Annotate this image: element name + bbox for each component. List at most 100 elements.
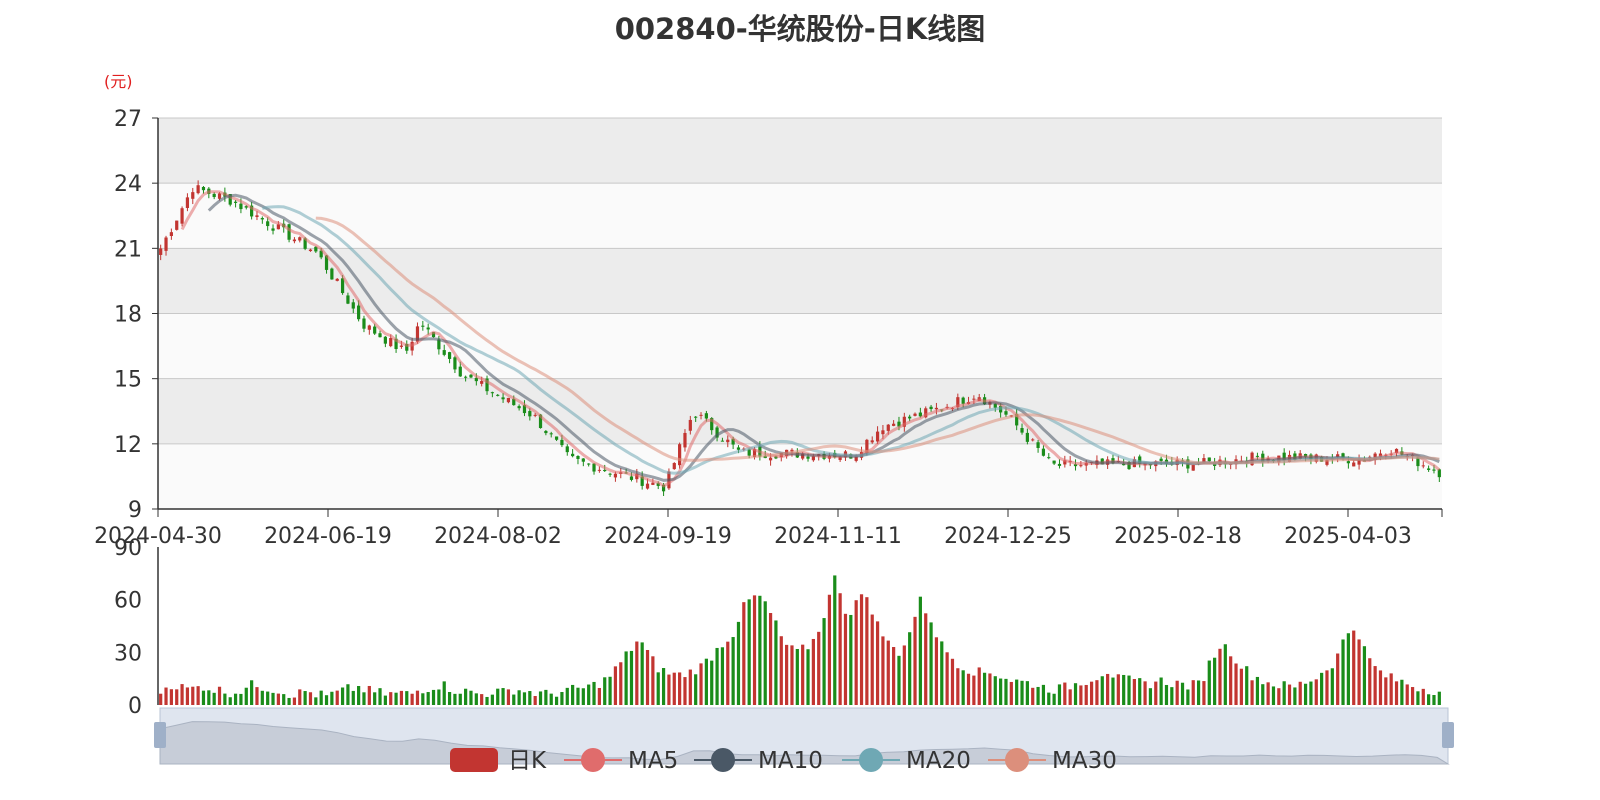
candle[interactable]	[678, 442, 682, 469]
volume-bar[interactable]	[934, 637, 939, 705]
volume-bar[interactable]	[699, 663, 703, 705]
volume-bar[interactable]	[496, 688, 500, 705]
volume-bar[interactable]	[587, 684, 591, 705]
volume-bar[interactable]	[228, 697, 232, 705]
volume-bar[interactable]	[886, 640, 890, 705]
volume-bar[interactable]	[367, 685, 371, 705]
candle[interactable]	[330, 267, 334, 280]
volume-bar[interactable]	[1116, 674, 1120, 705]
volume-bar[interactable]	[1036, 686, 1040, 705]
volume-bar[interactable]	[201, 690, 206, 705]
volume-bar[interactable]	[1400, 679, 1404, 705]
volume-bar[interactable]	[678, 672, 682, 705]
volume-bar[interactable]	[581, 688, 585, 705]
volume-bar[interactable]	[1352, 630, 1356, 705]
volume-bar[interactable]	[1416, 691, 1420, 705]
volume-bar[interactable]	[1052, 693, 1056, 705]
volume-bar[interactable]	[811, 638, 815, 705]
volume-bar[interactable]	[340, 687, 345, 705]
volume-bar[interactable]	[1009, 681, 1013, 705]
volume-bar[interactable]	[1410, 687, 1415, 705]
volume-bar[interactable]	[159, 693, 163, 705]
volume-bar[interactable]	[447, 692, 452, 705]
volume-bar[interactable]	[1394, 681, 1399, 705]
volume-bar[interactable]	[191, 686, 195, 705]
volume-bar[interactable]	[1368, 658, 1372, 705]
volume-bar[interactable]	[287, 697, 291, 705]
volume-bar[interactable]	[169, 689, 173, 705]
volume-bar[interactable]	[1202, 681, 1206, 705]
volume-bar[interactable]	[624, 651, 628, 705]
volume-bar[interactable]	[704, 658, 708, 705]
volume-bar[interactable]	[763, 601, 767, 705]
volume-bar[interactable]	[383, 695, 387, 705]
volume-bar[interactable]	[1362, 646, 1367, 705]
slider-left-handle[interactable]	[154, 722, 166, 748]
volume-bar[interactable]	[1309, 681, 1313, 705]
volume-bar[interactable]	[870, 614, 874, 705]
volume-bar[interactable]	[554, 696, 559, 705]
volume-bar[interactable]	[736, 621, 741, 705]
volume-bar[interactable]	[1015, 679, 1019, 705]
volume-bar[interactable]	[849, 614, 853, 705]
candle[interactable]	[180, 206, 184, 227]
volume-bar[interactable]	[988, 673, 992, 705]
volume-bar[interactable]	[576, 687, 580, 705]
volume-bar[interactable]	[881, 636, 885, 705]
volume-bar[interactable]	[431, 689, 436, 705]
volume-bar[interactable]	[1314, 679, 1318, 705]
volume-bar[interactable]	[1336, 653, 1340, 705]
volume-bar[interactable]	[635, 641, 639, 705]
volume-bar[interactable]	[629, 650, 634, 705]
volume-bar[interactable]	[608, 676, 612, 705]
volume-bar[interactable]	[613, 666, 618, 705]
volume-bar[interactable]	[966, 673, 971, 705]
volume-bar[interactable]	[1020, 680, 1024, 705]
volume-bar[interactable]	[1277, 688, 1281, 705]
volume-bar[interactable]	[571, 684, 575, 705]
volume-bar[interactable]	[250, 680, 254, 705]
volume-bar[interactable]	[1384, 677, 1388, 705]
volume-bar[interactable]	[688, 669, 692, 705]
volume-bar[interactable]	[185, 687, 190, 705]
volume-bar[interactable]	[1111, 677, 1115, 705]
volume-bar[interactable]	[924, 613, 928, 705]
volume-bar[interactable]	[758, 595, 762, 705]
volume-bar[interactable]	[1213, 657, 1217, 705]
volume-bar[interactable]	[720, 647, 725, 705]
volume-bar[interactable]	[373, 692, 377, 705]
volume-bar[interactable]	[1057, 684, 1062, 705]
volume-bar[interactable]	[528, 691, 532, 705]
volume-bar[interactable]	[346, 684, 350, 705]
volume-bar[interactable]	[817, 631, 821, 705]
volume-bar[interactable]	[768, 613, 773, 705]
volume-bar[interactable]	[592, 681, 596, 705]
volume-bar[interactable]	[1159, 677, 1163, 705]
volume-bar[interactable]	[619, 662, 623, 705]
volume-bar[interactable]	[1239, 668, 1243, 705]
volume-bar[interactable]	[1266, 682, 1270, 705]
volume-bar[interactable]	[1437, 691, 1441, 705]
volume-bar[interactable]	[908, 632, 912, 705]
volume-bar[interactable]	[897, 655, 901, 705]
volume-bar[interactable]	[827, 594, 832, 705]
volume-bar[interactable]	[1427, 694, 1431, 705]
volume-bar[interactable]	[330, 691, 334, 705]
volume-bar[interactable]	[405, 691, 409, 705]
volume-bar[interactable]	[421, 693, 425, 705]
volume-bar[interactable]	[501, 688, 505, 705]
volume-bar[interactable]	[292, 697, 297, 705]
volume-bar[interactable]	[1255, 676, 1260, 705]
volume-bar[interactable]	[1421, 688, 1425, 705]
volume-bar[interactable]	[1432, 695, 1436, 705]
volume-bar-series[interactable]	[159, 575, 1441, 705]
volume-bar[interactable]	[1341, 639, 1345, 705]
volume-bar[interactable]	[1148, 688, 1153, 705]
volume-bar[interactable]	[314, 697, 318, 705]
volume-bar[interactable]	[806, 649, 810, 705]
volume-bar[interactable]	[410, 693, 414, 705]
volume-bar[interactable]	[506, 689, 511, 705]
volume-bar[interactable]	[651, 656, 655, 705]
volume-bar[interactable]	[956, 668, 960, 705]
volume-bar[interactable]	[747, 599, 751, 705]
